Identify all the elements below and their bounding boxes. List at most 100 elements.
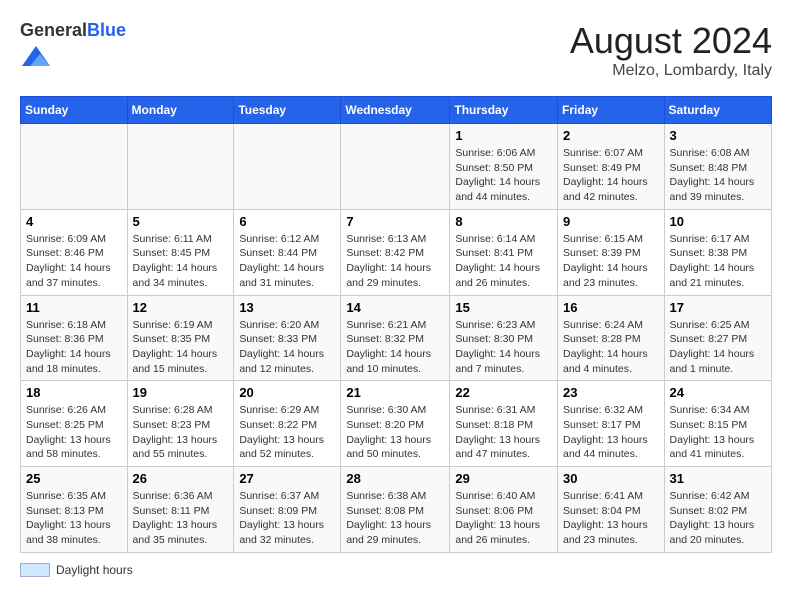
- day-number: 26: [133, 471, 229, 486]
- day-number: 3: [670, 128, 766, 143]
- day-number: 4: [26, 214, 122, 229]
- day-number: 1: [455, 128, 552, 143]
- day-cell: 6 Sunrise: 6:12 AM Sunset: 8:44 PM Daylig…: [234, 209, 341, 295]
- day-cell: 26 Sunrise: 6:36 AM Sunset: 8:11 PM Dayli…: [127, 467, 234, 553]
- day-cell: [21, 124, 128, 210]
- header-cell-tuesday: Tuesday: [234, 97, 341, 124]
- header-cell-wednesday: Wednesday: [341, 97, 450, 124]
- day-info: Sunrise: 6:18 AM Sunset: 8:36 PM Dayligh…: [26, 318, 122, 377]
- legend: Daylight hours: [20, 563, 772, 577]
- week-row-3: 11 Sunrise: 6:18 AM Sunset: 8:36 PM Dayli…: [21, 295, 772, 381]
- day-number: 22: [455, 385, 552, 400]
- day-info: Sunrise: 6:14 AM Sunset: 8:41 PM Dayligh…: [455, 232, 552, 291]
- day-number: 14: [346, 300, 444, 315]
- day-cell: 11 Sunrise: 6:18 AM Sunset: 8:36 PM Dayli…: [21, 295, 128, 381]
- day-info: Sunrise: 6:11 AM Sunset: 8:45 PM Dayligh…: [133, 232, 229, 291]
- day-number: 2: [563, 128, 659, 143]
- day-cell: 14 Sunrise: 6:21 AM Sunset: 8:32 PM Dayli…: [341, 295, 450, 381]
- day-number: 11: [26, 300, 122, 315]
- day-number: 31: [670, 471, 766, 486]
- day-info: Sunrise: 6:13 AM Sunset: 8:42 PM Dayligh…: [346, 232, 444, 291]
- header-cell-monday: Monday: [127, 97, 234, 124]
- day-cell: 9 Sunrise: 6:15 AM Sunset: 8:39 PM Daylig…: [558, 209, 665, 295]
- day-info: Sunrise: 6:21 AM Sunset: 8:32 PM Dayligh…: [346, 318, 444, 377]
- day-cell: 2 Sunrise: 6:07 AM Sunset: 8:49 PM Daylig…: [558, 124, 665, 210]
- calendar-table: SundayMondayTuesdayWednesdayThursdayFrid…: [20, 96, 772, 553]
- week-row-2: 4 Sunrise: 6:09 AM Sunset: 8:46 PM Daylig…: [21, 209, 772, 295]
- day-info: Sunrise: 6:42 AM Sunset: 8:02 PM Dayligh…: [670, 489, 766, 548]
- day-cell: 15 Sunrise: 6:23 AM Sunset: 8:30 PM Dayli…: [450, 295, 558, 381]
- day-number: 13: [239, 300, 335, 315]
- day-cell: 25Sunrise: 6:35 AM Sunset: 8:13 PM Dayli…: [21, 467, 128, 553]
- day-info: Sunrise: 6:20 AM Sunset: 8:33 PM Dayligh…: [239, 318, 335, 377]
- calendar-body: 1Sunrise: 6:06 AM Sunset: 8:50 PM Daylig…: [21, 124, 772, 553]
- day-number: 10: [670, 214, 766, 229]
- day-info: Sunrise: 6:07 AM Sunset: 8:49 PM Dayligh…: [563, 146, 659, 205]
- day-info: Sunrise: 6:24 AM Sunset: 8:28 PM Dayligh…: [563, 318, 659, 377]
- header-cell-thursday: Thursday: [450, 97, 558, 124]
- day-info: Sunrise: 6:25 AM Sunset: 8:27 PM Dayligh…: [670, 318, 766, 377]
- day-cell: [127, 124, 234, 210]
- day-cell: 19 Sunrise: 6:28 AM Sunset: 8:23 PM Dayli…: [127, 381, 234, 467]
- day-number: 15: [455, 300, 552, 315]
- day-number: 29: [455, 471, 552, 486]
- day-number: 9: [563, 214, 659, 229]
- logo-general: General: [20, 20, 87, 40]
- day-number: 30: [563, 471, 659, 486]
- day-cell: 3Sunrise: 6:08 AM Sunset: 8:48 PM Daylig…: [664, 124, 771, 210]
- day-info: Sunrise: 6:09 AM Sunset: 8:46 PM Dayligh…: [26, 232, 122, 291]
- day-cell: 17 Sunrise: 6:25 AM Sunset: 8:27 PM Dayli…: [664, 295, 771, 381]
- week-row-5: 25Sunrise: 6:35 AM Sunset: 8:13 PM Dayli…: [21, 467, 772, 553]
- subtitle: Melzo, Lombardy, Italy: [570, 62, 772, 80]
- day-number: 17: [670, 300, 766, 315]
- day-number: 27: [239, 471, 335, 486]
- day-number: 23: [563, 385, 659, 400]
- day-info: Sunrise: 6:15 AM Sunset: 8:39 PM Dayligh…: [563, 232, 659, 291]
- day-number: 8: [455, 214, 552, 229]
- day-cell: 7 Sunrise: 6:13 AM Sunset: 8:42 PM Daylig…: [341, 209, 450, 295]
- logo-blue: Blue: [87, 20, 126, 40]
- calendar-header: SundayMondayTuesdayWednesdayThursdayFrid…: [21, 97, 772, 124]
- day-info: Sunrise: 6:37 AM Sunset: 8:09 PM Dayligh…: [239, 489, 335, 548]
- main-title: August 2024: [570, 20, 772, 62]
- day-cell: 4 Sunrise: 6:09 AM Sunset: 8:46 PM Daylig…: [21, 209, 128, 295]
- day-number: 20: [239, 385, 335, 400]
- day-info: Sunrise: 6:29 AM Sunset: 8:22 PM Dayligh…: [239, 403, 335, 462]
- week-row-4: 18 Sunrise: 6:26 AM Sunset: 8:25 PM Dayli…: [21, 381, 772, 467]
- day-cell: 12 Sunrise: 6:19 AM Sunset: 8:35 PM Dayli…: [127, 295, 234, 381]
- day-info: Sunrise: 6:36 AM Sunset: 8:11 PM Dayligh…: [133, 489, 229, 548]
- day-info: Sunrise: 6:34 AM Sunset: 8:15 PM Dayligh…: [670, 403, 766, 462]
- day-cell: 22Sunrise: 6:31 AM Sunset: 8:18 PM Dayli…: [450, 381, 558, 467]
- day-cell: 31 Sunrise: 6:42 AM Sunset: 8:02 PM Dayli…: [664, 467, 771, 553]
- day-number: 19: [133, 385, 229, 400]
- day-cell: 5Sunrise: 6:11 AM Sunset: 8:45 PM Daylig…: [127, 209, 234, 295]
- day-number: 25: [26, 471, 122, 486]
- legend-label: Daylight hours: [56, 563, 133, 577]
- day-info: Sunrise: 6:17 AM Sunset: 8:38 PM Dayligh…: [670, 232, 766, 291]
- day-info: Sunrise: 6:23 AM Sunset: 8:30 PM Dayligh…: [455, 318, 552, 377]
- day-number: 6: [239, 214, 335, 229]
- title-block: August 2024 Melzo, Lombardy, Italy: [570, 20, 772, 80]
- day-cell: 20 Sunrise: 6:29 AM Sunset: 8:22 PM Dayli…: [234, 381, 341, 467]
- day-cell: 16 Sunrise: 6:24 AM Sunset: 8:28 PM Dayli…: [558, 295, 665, 381]
- day-cell: 10 Sunrise: 6:17 AM Sunset: 8:38 PM Dayli…: [664, 209, 771, 295]
- day-number: 16: [563, 300, 659, 315]
- day-cell: 1Sunrise: 6:06 AM Sunset: 8:50 PM Daylig…: [450, 124, 558, 210]
- day-info: Sunrise: 6:26 AM Sunset: 8:25 PM Dayligh…: [26, 403, 122, 462]
- day-info: Sunrise: 6:12 AM Sunset: 8:44 PM Dayligh…: [239, 232, 335, 291]
- day-info: Sunrise: 6:28 AM Sunset: 8:23 PM Dayligh…: [133, 403, 229, 462]
- day-cell: 21Sunrise: 6:30 AM Sunset: 8:20 PM Dayli…: [341, 381, 450, 467]
- day-cell: 28Sunrise: 6:38 AM Sunset: 8:08 PM Dayli…: [341, 467, 450, 553]
- day-number: 7: [346, 214, 444, 229]
- day-info: Sunrise: 6:19 AM Sunset: 8:35 PM Dayligh…: [133, 318, 229, 377]
- logo-icon: [22, 42, 50, 70]
- day-number: 18: [26, 385, 122, 400]
- day-info: Sunrise: 6:40 AM Sunset: 8:06 PM Dayligh…: [455, 489, 552, 548]
- header-cell-saturday: Saturday: [664, 97, 771, 124]
- day-number: 12: [133, 300, 229, 315]
- day-cell: 29 Sunrise: 6:40 AM Sunset: 8:06 PM Dayli…: [450, 467, 558, 553]
- header-cell-friday: Friday: [558, 97, 665, 124]
- day-info: Sunrise: 6:32 AM Sunset: 8:17 PM Dayligh…: [563, 403, 659, 462]
- day-cell: 8 Sunrise: 6:14 AM Sunset: 8:41 PM Daylig…: [450, 209, 558, 295]
- page-header: GeneralBlue August 2024 Melzo, Lombardy,…: [20, 20, 772, 80]
